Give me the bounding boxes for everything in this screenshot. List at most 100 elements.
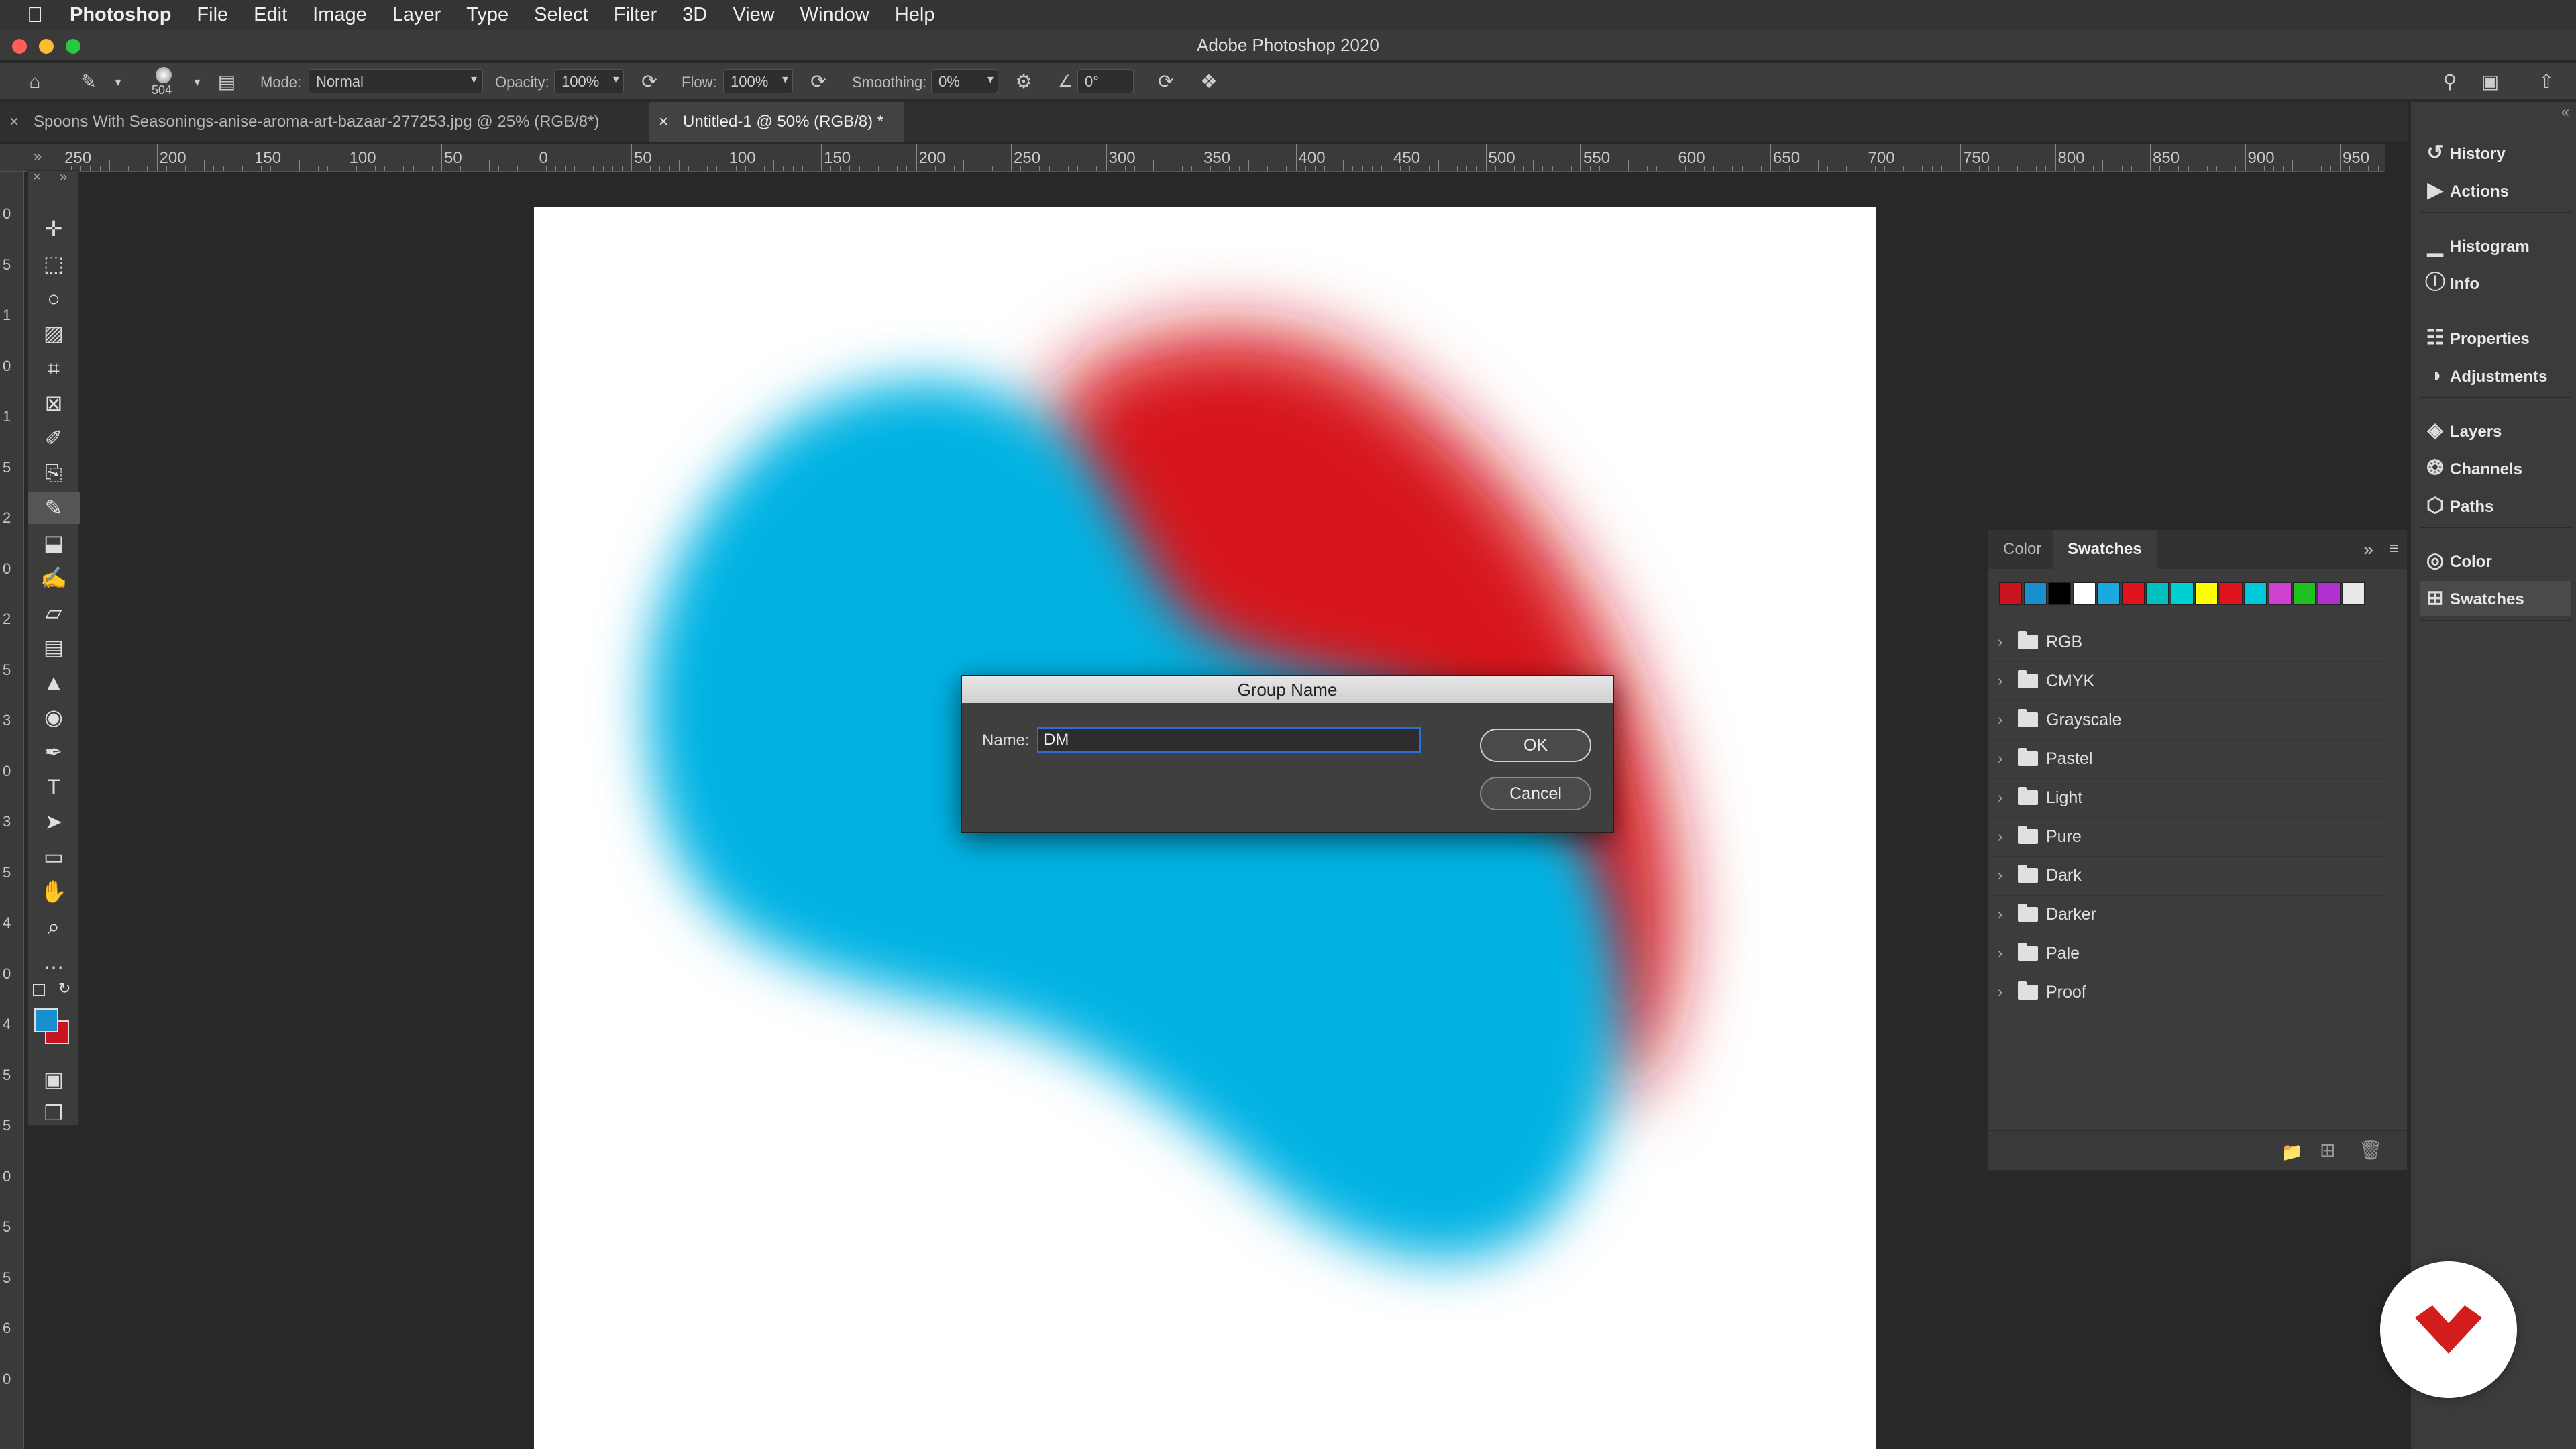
dock-item-paths[interactable]: ⬡ Paths [2420,488,2571,523]
pressure-opacity-icon[interactable]: ⟳ [639,71,660,93]
blur-icon[interactable]: ▲ [28,666,80,698]
collapse-panel-icon[interactable]: » [2364,539,2373,560]
swap-colors-icon[interactable]: ↻ [58,980,70,998]
menu-filter[interactable]: Filter [614,4,657,26]
workspace-icon[interactable]: ▣ [2479,71,2501,93]
path-select-icon[interactable]: ➤ [28,806,80,838]
default-colors-icon[interactable] [33,984,45,996]
search-icon[interactable]: ⚲ [2439,71,2461,93]
airbrush-icon[interactable]: ⟳ [808,71,829,93]
menu-view[interactable]: View [733,4,774,26]
color-swatch[interactable] [2023,582,2047,605]
color-swatch[interactable] [1999,582,2022,605]
history-brush-icon[interactable]: ✍ [28,561,80,594]
menu-window[interactable]: Window [800,4,869,26]
home-icon[interactable]: ⌂ [24,71,46,93]
swatch-group-pale[interactable]: › Pale [1988,934,2384,973]
brush-preset-icon[interactable]: ✎ [78,71,99,93]
menu-image[interactable]: Image [313,4,367,26]
frame-icon[interactable]: ⊠ [28,387,80,419]
share-icon[interactable]: ⇧ [2536,71,2557,93]
color-swatch[interactable] [2317,582,2341,605]
dock-item-color[interactable]: ◎ Color [2420,543,2571,578]
tab-spoons[interactable]: × Spoons With Seasonings-anise-aroma-art… [0,102,649,142]
color-swatch[interactable] [2170,582,2194,605]
chevron-right-icon[interactable]: › [1998,895,2002,934]
color-swatch[interactable] [2072,582,2096,605]
zoom-icon[interactable]: ⌕ [28,910,80,943]
move-icon[interactable]: ✛ [28,213,80,245]
dock-item-layers[interactable]: ◈ Layers [2420,413,2571,448]
chevron-right-icon[interactable]: › [1998,856,2002,895]
opacity-field[interactable]: 100% ▾ [554,69,624,93]
crop-icon[interactable]: ⌗ [28,352,80,384]
trash-icon[interactable]: 🗑 [2359,1139,2383,1161]
chevron-right-icon[interactable]: › [1998,739,2002,778]
chevron-right-icon[interactable]: › [1998,934,2002,973]
dodge-icon[interactable]: ◉ [28,701,80,733]
tab-untitled[interactable]: × Untitled-1 @ 50% (RGB/8) * [649,102,904,142]
dock-item-swatches[interactable]: ⊞ Swatches [2420,581,2571,616]
chevron-down-icon[interactable]: ▾ [186,71,208,93]
color-swatch[interactable] [2195,582,2218,605]
color-swatch[interactable] [2097,582,2120,605]
panel-menu-icon[interactable]: ≡ [2389,538,2399,559]
hand-icon[interactable]: ✋ [28,875,80,908]
gradient-icon[interactable]: ▤ [28,631,80,663]
dock-item-histogram[interactable]: ▁ Histogram [2420,228,2571,263]
brush-settings-icon[interactable]: ▤ [216,71,237,93]
swatch-group-pure[interactable]: › Pure [1988,817,2384,857]
menu-file[interactable]: File [197,4,228,26]
dock-item-adjustments[interactable]: ◑ Adjustments [2420,358,2571,393]
pen-icon[interactable]: ✒ [28,736,80,768]
color-swatch[interactable] [2342,582,2365,605]
swatch-group-darker[interactable]: › Darker [1988,895,2384,934]
dock-item-channels[interactable]: ❂ Channels [2420,451,2571,486]
group-name-input[interactable] [1037,727,1421,753]
swatch-group-cmyk[interactable]: › CMYK [1988,661,2384,701]
symmetry-icon[interactable]: ❖ [1198,71,1220,93]
chevron-right-icon[interactable]: › [1998,973,2002,1012]
color-swatch[interactable] [2268,582,2292,605]
collapse-dock-icon[interactable]: « [2561,103,2569,121]
color-swatch[interactable] [2219,582,2243,605]
color-swatch[interactable] [2121,582,2145,605]
color-swatch[interactable] [2244,582,2267,605]
chevron-right-icon[interactable]: › [1998,700,2002,739]
color-swatch[interactable] [2146,582,2169,605]
flow-field[interactable]: 100% ▾ [723,69,793,93]
menu-edit[interactable]: Edit [254,4,287,26]
screen-mode-icon[interactable]: ❐ [28,1097,80,1129]
stamp-icon[interactable]: ⬓ [28,527,80,559]
mode-select[interactable]: Normal ▾ [309,69,483,93]
apple-icon[interactable]:  [27,3,43,28]
lasso-icon[interactable]: ○ [28,282,80,315]
swatch-group-proof[interactable]: › Proof [1988,973,2384,1012]
close-icon[interactable]: × [33,170,41,185]
chevron-down-icon[interactable]: ▾ [107,71,129,93]
ok-button[interactable]: OK [1480,729,1591,762]
close-icon[interactable]: × [659,102,668,142]
more-icon[interactable]: … [28,945,80,977]
close-icon[interactable]: × [9,102,19,142]
swatch-group-grayscale[interactable]: › Grayscale [1988,700,2384,740]
angle-field[interactable]: 0° [1077,69,1134,93]
collapse-icon[interactable]: » [60,170,67,185]
eyedropper-icon[interactable]: ✐ [28,422,80,454]
swatch-group-pastel[interactable]: › Pastel [1988,739,2384,779]
pressure-size-icon[interactable]: ⟳ [1155,71,1177,93]
chevron-right-icon[interactable]: › [1998,623,2002,661]
chevron-right-icon[interactable]: › [1998,778,2002,817]
expand-icon[interactable]: » [34,148,42,165]
cancel-button[interactable]: Cancel [1480,777,1591,810]
tab-swatches[interactable]: Swatches [2053,530,2157,569]
menu-3d[interactable]: 3D [682,4,707,26]
quick-mask-icon[interactable]: ▣ [28,1063,80,1095]
new-swatch-icon[interactable]: ⊞ [2320,1139,2335,1161]
type-icon[interactable]: T [28,771,80,803]
tab-color[interactable]: Color [1988,530,2056,569]
healing-icon[interactable]: ⎘ [28,457,80,489]
eraser-icon[interactable]: ▱ [28,596,80,629]
dock-item-properties[interactable]: ☷ Properties [2420,321,2571,356]
swatch-group-light[interactable]: › Light [1988,778,2384,818]
